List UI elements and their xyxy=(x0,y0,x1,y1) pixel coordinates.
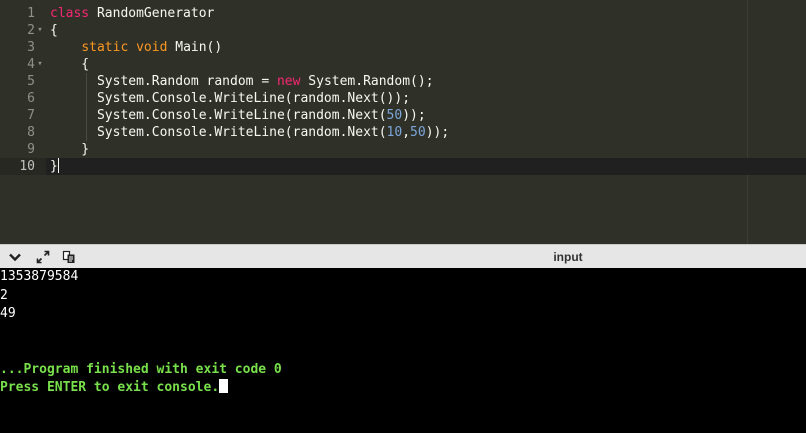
line-number: 3 xyxy=(27,40,35,55)
code-line[interactable]: class RandomGenerator xyxy=(46,5,806,22)
chevron-down-icon[interactable] xyxy=(6,248,24,266)
code-editor[interactable]: 1 2 ▾ 3 4 ▾ 5 6 7 8 9 10 class RandomGener… xyxy=(0,0,806,244)
line-number: 2 ▾ xyxy=(0,22,46,39)
line-number: 5 xyxy=(27,74,35,89)
exit-prompt: Press ENTER to exit console. xyxy=(0,379,229,397)
code-content[interactable]: class RandomGenerator { static void Main… xyxy=(46,0,806,244)
fold-arrow-icon[interactable]: ▾ xyxy=(35,22,45,39)
line-number: 7 xyxy=(27,108,35,123)
code-line[interactable]: static void Main() xyxy=(46,39,806,56)
input-tab[interactable]: input xyxy=(520,245,616,269)
line-number: 1 xyxy=(27,6,35,21)
terminal-cursor xyxy=(219,379,229,393)
exit-code-message: ...Program finished with exit code 0 xyxy=(0,362,282,377)
code-line[interactable]: } xyxy=(46,141,806,158)
line-number-gutter: 1 2 ▾ 3 4 ▾ 5 6 7 8 9 10 xyxy=(0,0,46,244)
code-line[interactable]: { xyxy=(46,56,806,73)
code-line[interactable]: System.Console.WriteLine(random.Next(50)… xyxy=(46,107,806,124)
text-cursor xyxy=(57,158,59,173)
code-line[interactable]: { xyxy=(46,22,806,39)
copy-icon[interactable] xyxy=(60,248,78,266)
console-output-line: 2 xyxy=(0,288,8,303)
line-number: 4 ▾ xyxy=(0,56,46,73)
console-output-line: 1353879584 xyxy=(0,269,79,284)
code-line[interactable]: System.Random random = new System.Random… xyxy=(46,73,806,90)
line-number-active: 10 xyxy=(0,158,46,175)
console-output-line: 49 xyxy=(0,306,16,321)
output-console[interactable]: 1353879584 2 49 ...Program finished with… xyxy=(0,268,806,433)
expand-arrows-icon[interactable] xyxy=(34,248,52,266)
code-line[interactable]: System.Console.WriteLine(random.Next()); xyxy=(46,90,806,107)
line-number: 9 xyxy=(27,142,35,157)
code-line[interactable]: System.Console.WriteLine(random.Next(10,… xyxy=(46,124,806,141)
fold-arrow-icon[interactable]: ▾ xyxy=(35,56,45,73)
code-line-active[interactable]: } xyxy=(46,158,806,175)
line-number: 6 xyxy=(27,91,35,106)
console-toolbar: input xyxy=(0,244,806,268)
line-number: 8 xyxy=(27,125,35,140)
